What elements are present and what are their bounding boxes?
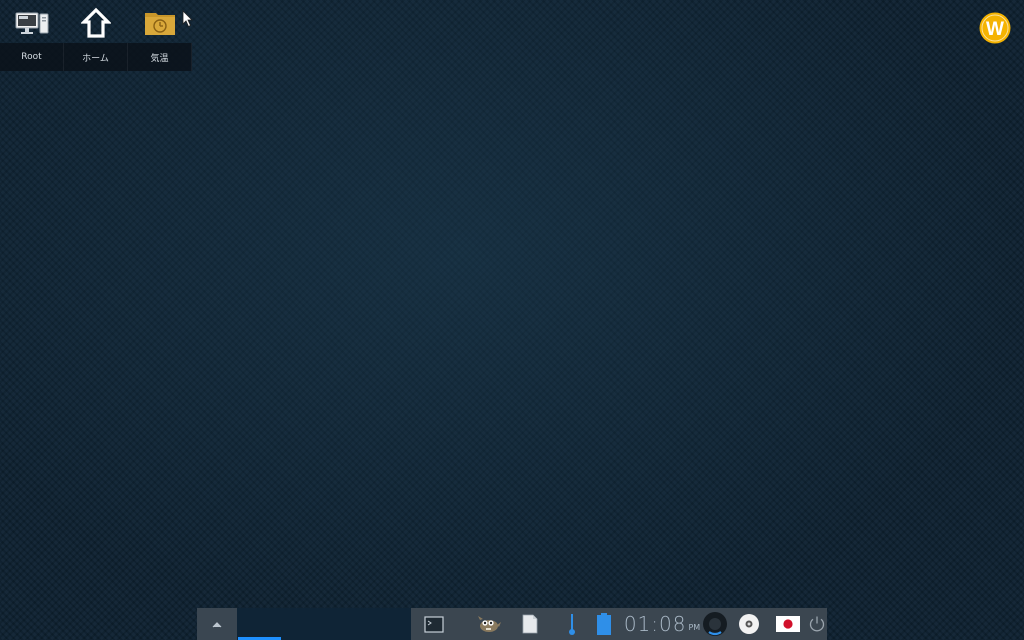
thermometer-icon[interactable] xyxy=(565,608,579,640)
clock[interactable]: 01:08 PM xyxy=(623,608,701,640)
mouse-cursor-icon xyxy=(182,10,194,32)
task-list xyxy=(237,608,411,640)
terminal-icon[interactable] xyxy=(423,608,445,640)
desktop-icon-label: ホーム xyxy=(64,43,128,71)
home-icon xyxy=(64,4,128,42)
desktop-icon-label: Root xyxy=(0,43,64,71)
desktop-icon-root[interactable]: Root xyxy=(0,0,64,72)
clock-time: 01:08 xyxy=(623,612,687,636)
disc-icon[interactable] xyxy=(736,608,762,640)
japanese-flag-icon[interactable] xyxy=(775,608,801,640)
desktop-icon-label: 気温 xyxy=(128,43,192,71)
volume-icon[interactable] xyxy=(701,608,729,640)
taskbar: 01:08 PM xyxy=(197,608,827,640)
power-icon[interactable] xyxy=(807,608,827,640)
system-tray: 01:08 PM xyxy=(411,608,827,640)
desktop-icon-home[interactable]: ホーム xyxy=(64,0,128,72)
computer-icon xyxy=(0,4,64,42)
menu-toggle-button[interactable] xyxy=(197,608,237,640)
chevron-up-icon xyxy=(212,621,222,627)
gimp-icon[interactable] xyxy=(477,608,501,640)
logo-icon[interactable]: W xyxy=(979,12,1011,44)
clock-ampm: PM xyxy=(688,622,701,632)
logo-letter: W xyxy=(986,19,1004,40)
battery-icon[interactable] xyxy=(595,608,613,640)
document-icon[interactable] xyxy=(521,608,539,640)
